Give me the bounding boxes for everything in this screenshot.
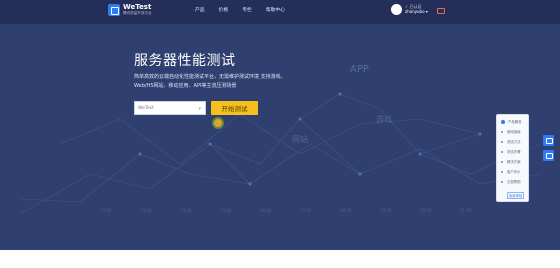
dot-icon	[501, 170, 503, 173]
hero-banner: APP 网站 游戏 12:00 13:00 14:00 15:00 16:00 …	[0, 24, 560, 250]
bg-time-label: 18:00	[340, 208, 352, 213]
user-name[interactable]: zhanyubo ▾	[405, 9, 428, 15]
panel-item-label: 客户评价	[507, 170, 521, 174]
user-menu[interactable]: ✓ 已认证 zhanyubo ▾	[391, 4, 428, 15]
notification-bell-icon[interactable]	[543, 150, 554, 161]
nav-item-products[interactable]: 产品	[195, 6, 205, 13]
bg-time-label: 17:00	[300, 208, 312, 213]
bg-word-website: 网站	[292, 134, 308, 144]
project-select[interactable]: WeTest ▾	[134, 101, 206, 115]
bg-time-label: 21:00	[460, 208, 472, 213]
panel-item-products[interactable]: 产品服务	[501, 119, 522, 124]
bg-time-label: 19:00	[380, 208, 392, 213]
panel-item-label: 测试步骤	[507, 150, 521, 154]
dot-icon	[501, 150, 503, 153]
bg-time-label: 16:00	[260, 208, 272, 213]
panel-item-solutions[interactable]: 解决方案	[501, 159, 521, 164]
bg-time-label: 20:00	[420, 208, 432, 213]
chevron-down-icon: ▾	[198, 106, 201, 112]
nav-item-pricing[interactable]: 价格	[219, 6, 229, 13]
logo-icon	[108, 4, 120, 16]
dot-icon	[501, 140, 503, 143]
feedback-icon[interactable]	[543, 135, 554, 146]
bg-time-label: 15:00	[220, 208, 232, 213]
bg-word-game: 游戏	[376, 114, 392, 124]
panel-item-label: 使用指南	[507, 130, 521, 134]
dot-icon	[501, 180, 503, 183]
panel-item-guide[interactable]: 使用指南	[501, 129, 521, 134]
wetest-logo[interactable]: WeTest 腾讯质量开放平台	[108, 4, 152, 16]
top-nav-bar: WeTest 腾讯质量开放平台 产品 价格 专栏 帮助中心 ✓ 已认证 zhan…	[0, 0, 560, 24]
bg-time-label: 12:00	[100, 208, 112, 213]
panel-item-label: 文档帮助	[507, 180, 521, 184]
brand-subtitle: 腾讯质量开放平台	[123, 11, 152, 16]
panel-item-label: 测试方法	[507, 140, 521, 144]
bg-time-label: 13:00	[140, 208, 152, 213]
start-test-button[interactable]: 开始测试	[211, 101, 258, 115]
background-network-graphic: APP 网站 游戏 12:00 13:00 14:00 15:00 16:00 …	[19, 64, 541, 215]
page: WeTest 腾讯质量开放平台 产品 价格 专栏 帮助中心 ✓ 已认证 zhan…	[0, 0, 560, 268]
bg-time-label: 14:00	[180, 208, 192, 213]
hero-description: 简单高效的云端自动化性能测试平台，无需维护测试环境 支持游戏、Web/H5网站、…	[134, 74, 286, 89]
avatar[interactable]	[391, 4, 402, 15]
panel-item-label: 产品服务	[508, 120, 522, 124]
mail-icon[interactable]	[437, 8, 445, 14]
side-tool-panel: 产品服务 使用指南 测试方法 测试步骤 解决方案 客户评价 文档帮助 免费体验	[496, 114, 529, 202]
free-trial-link[interactable]: 免费体验	[507, 192, 525, 199]
panel-item-methods[interactable]: 测试方法	[501, 139, 521, 144]
cursor-indicator-icon	[212, 117, 224, 129]
main-nav: 产品 价格 专栏 帮助中心	[195, 6, 285, 13]
dot-icon	[501, 130, 503, 133]
nav-item-help-center[interactable]: 帮助中心	[266, 6, 285, 13]
nav-item-columns[interactable]: 专栏	[242, 6, 252, 13]
panel-item-label: 解决方案	[507, 160, 521, 164]
panel-item-steps[interactable]: 测试步骤	[501, 149, 521, 154]
panel-item-reviews[interactable]: 客户评价	[501, 169, 521, 174]
page-title: 服务器性能测试	[134, 53, 236, 69]
dot-icon	[501, 160, 503, 163]
panel-item-docs[interactable]: 文档帮助	[501, 179, 521, 184]
bg-word-app: APP	[350, 64, 369, 75]
project-select-value: WeTest	[138, 105, 154, 111]
active-dot-icon	[501, 119, 505, 124]
